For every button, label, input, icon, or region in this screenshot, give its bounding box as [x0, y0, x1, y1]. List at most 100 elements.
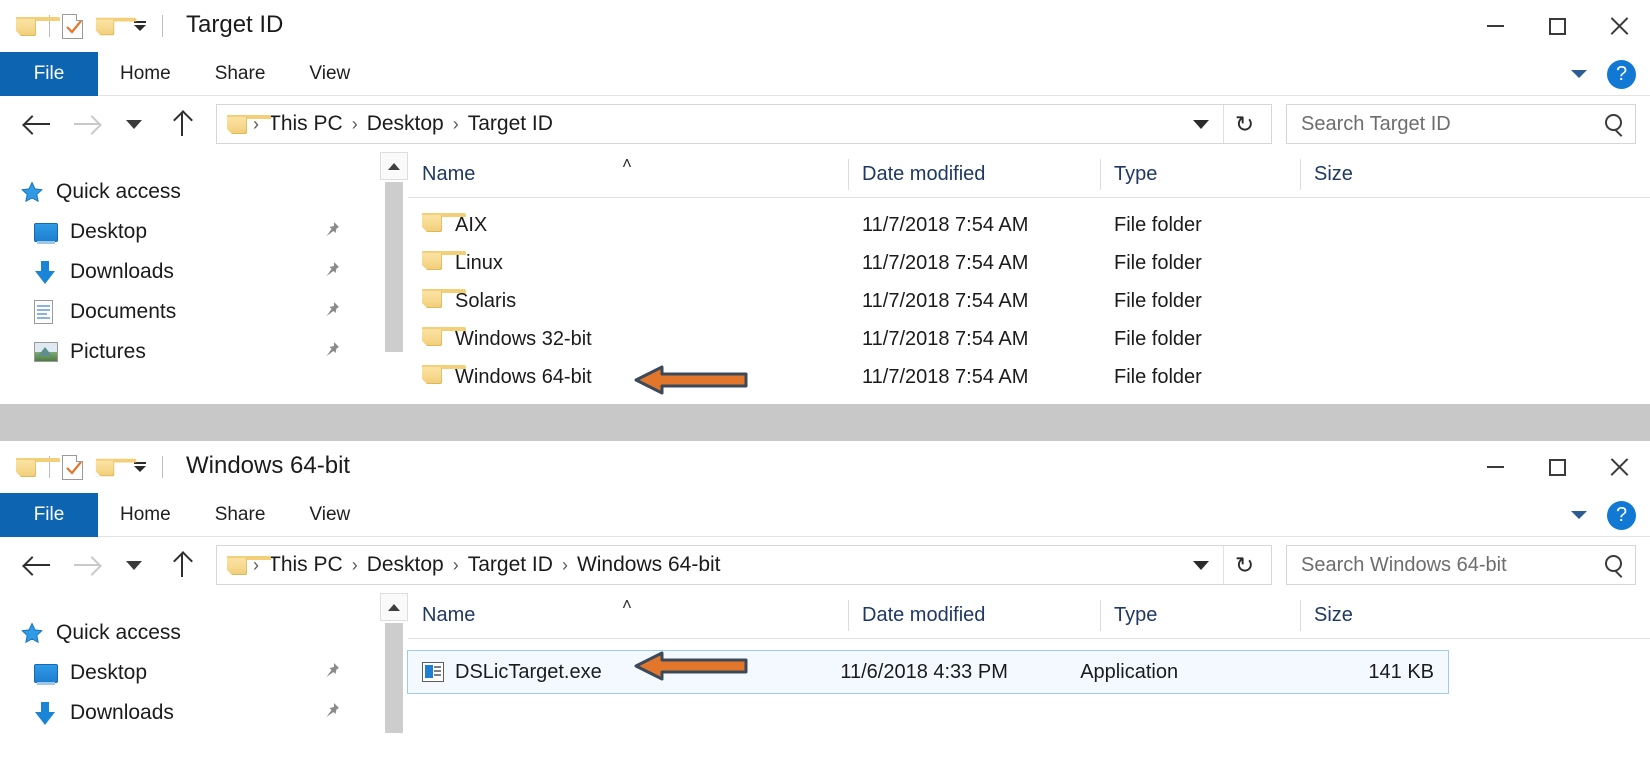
- title-bar: Target ID: [0, 0, 1650, 52]
- minimize-button[interactable]: [1464, 441, 1526, 493]
- breadcrumb-item-target-id[interactable]: Target ID: [459, 112, 562, 136]
- scroll-up-icon[interactable]: [380, 152, 408, 180]
- sidebar-item-quick-access[interactable]: Quick access: [0, 172, 380, 212]
- back-arrow-icon[interactable]: [14, 543, 62, 587]
- minimize-button[interactable]: [1464, 0, 1526, 52]
- refresh-icon[interactable]: ↻: [1223, 546, 1265, 584]
- ribbon-tabs: File Home Share View ?: [0, 52, 1650, 96]
- pin-icon[interactable]: [322, 341, 340, 366]
- column-header-size[interactable]: Size: [1300, 152, 1500, 197]
- quick-access-toolbar[interactable]: [10, 8, 168, 44]
- sidebar-item-quick-access[interactable]: Quick access: [0, 613, 380, 653]
- tab-file[interactable]: File: [0, 52, 98, 96]
- up-one-level-icon[interactable]: [158, 543, 206, 587]
- breadcrumb-item-desktop[interactable]: Desktop: [358, 553, 453, 577]
- pin-icon[interactable]: [322, 662, 340, 687]
- column-label: Name: [422, 163, 476, 185]
- close-button[interactable]: [1588, 441, 1650, 493]
- download-arrow-icon: [34, 701, 64, 725]
- customize-dropdown-icon[interactable]: [123, 9, 157, 43]
- file-name-cell: Solaris: [408, 288, 848, 314]
- properties-icon[interactable]: [55, 450, 89, 484]
- up-one-level-icon[interactable]: [158, 102, 206, 146]
- scroll-up-icon[interactable]: [380, 593, 408, 621]
- column-header-type[interactable]: Type: [1100, 152, 1300, 197]
- column-header-type[interactable]: Type: [1100, 593, 1300, 638]
- new-folder-icon[interactable]: [89, 450, 137, 484]
- close-button[interactable]: [1588, 0, 1650, 52]
- search-input[interactable]: Search Windows 64-bit: [1286, 545, 1636, 585]
- recent-locations-icon[interactable]: [110, 543, 158, 587]
- tab-home[interactable]: Home: [98, 493, 193, 537]
- search-icon[interactable]: [1603, 554, 1625, 576]
- column-header-name[interactable]: Name ˄: [408, 152, 848, 197]
- file-name-cell: DSLicTarget.exe: [408, 661, 826, 684]
- breadcrumb-item-windows-64-bit[interactable]: Windows 64-bit: [568, 553, 730, 577]
- recent-locations-icon[interactable]: [110, 102, 158, 146]
- scrollbar[interactable]: [380, 152, 408, 396]
- window-title: Windows 64-bit: [186, 452, 351, 479]
- navigation-pane: Quick access Desktop Downloads: [0, 593, 380, 733]
- pin-icon[interactable]: [322, 221, 340, 246]
- customize-dropdown-icon[interactable]: [123, 450, 157, 484]
- window-separator-band: [0, 404, 1650, 441]
- file-date: 11/7/2018 7:54 AM: [862, 289, 1029, 312]
- scrollbar[interactable]: [380, 593, 408, 733]
- breadcrumb-item-target-id[interactable]: Target ID: [459, 553, 562, 577]
- table-row[interactable]: Windows 32-bit 11/7/2018 7:54 AM File fo…: [408, 320, 1650, 358]
- help-icon[interactable]: ?: [1607, 500, 1636, 530]
- previous-locations-icon[interactable]: [1179, 546, 1223, 584]
- column-header-size[interactable]: Size: [1300, 593, 1500, 638]
- maximize-button[interactable]: [1526, 441, 1588, 493]
- expand-ribbon-icon[interactable]: [1571, 70, 1587, 78]
- table-row[interactable]: DSLicTarget.exe 11/6/2018 4:33 PM Applic…: [407, 650, 1449, 694]
- search-input[interactable]: Search Target ID: [1286, 104, 1636, 144]
- tab-share[interactable]: Share: [193, 52, 288, 96]
- help-icon[interactable]: ?: [1607, 59, 1636, 89]
- search-icon[interactable]: [1603, 113, 1625, 135]
- sidebar-item-label: Downloads: [70, 260, 174, 283]
- sidebar-item-documents[interactable]: Documents: [0, 292, 380, 332]
- folder-icon: [422, 326, 466, 352]
- tab-file[interactable]: File: [0, 493, 98, 537]
- breadcrumb-item-desktop[interactable]: Desktop: [358, 112, 453, 136]
- folder-icon[interactable]: [10, 450, 60, 484]
- new-folder-icon[interactable]: [89, 9, 137, 43]
- breadcrumb-item-this-pc[interactable]: This PC: [259, 112, 352, 136]
- column-header-name[interactable]: Name ˄: [408, 593, 848, 638]
- quick-access-toolbar[interactable]: [10, 449, 168, 485]
- folder-icon[interactable]: [10, 9, 60, 43]
- tab-home[interactable]: Home: [98, 52, 193, 96]
- breadcrumb[interactable]: › This PC › Desktop › Target ID ↻: [216, 104, 1272, 144]
- scrollbar-thumb[interactable]: [385, 182, 403, 352]
- sidebar-item-downloads[interactable]: Downloads: [0, 693, 380, 733]
- back-arrow-icon[interactable]: [14, 102, 62, 146]
- table-row[interactable]: Windows 64-bit 11/7/2018 7:54 AM File fo…: [408, 358, 1650, 396]
- tab-view[interactable]: View: [287, 52, 372, 96]
- refresh-icon[interactable]: ↻: [1223, 105, 1265, 143]
- previous-locations-icon[interactable]: [1179, 105, 1223, 143]
- sidebar-item-pictures[interactable]: Pictures: [0, 332, 380, 372]
- table-row[interactable]: Linux 11/7/2018 7:54 AM File folder: [408, 244, 1650, 282]
- properties-icon[interactable]: [55, 9, 89, 43]
- explorer-window-target-id: Target ID File Home Share View ? › This …: [0, 0, 1650, 404]
- table-row[interactable]: AIX 11/7/2018 7:54 AM File folder: [408, 206, 1650, 244]
- column-header-date-modified[interactable]: Date modified: [848, 593, 1100, 638]
- column-header-date-modified[interactable]: Date modified: [848, 152, 1100, 197]
- tab-share[interactable]: Share: [193, 493, 288, 537]
- pin-icon[interactable]: [322, 261, 340, 286]
- sidebar-item-desktop[interactable]: Desktop: [0, 653, 380, 693]
- expand-ribbon-icon[interactable]: [1571, 511, 1587, 519]
- maximize-button[interactable]: [1526, 0, 1588, 52]
- table-row[interactable]: Solaris 11/7/2018 7:54 AM File folder: [408, 282, 1650, 320]
- scrollbar-thumb[interactable]: [385, 623, 403, 733]
- tab-view[interactable]: View: [287, 493, 372, 537]
- breadcrumb-item-this-pc[interactable]: This PC: [259, 553, 352, 577]
- sidebar-item-desktop[interactable]: Desktop: [0, 212, 380, 252]
- application-exe-icon: [422, 662, 444, 682]
- file-name-cell: Windows 32-bit: [408, 326, 848, 352]
- breadcrumb[interactable]: › This PC › Desktop › Target ID › Window…: [216, 545, 1272, 585]
- pin-icon[interactable]: [322, 301, 340, 326]
- sidebar-item-downloads[interactable]: Downloads: [0, 252, 380, 292]
- pin-icon[interactable]: [322, 702, 340, 727]
